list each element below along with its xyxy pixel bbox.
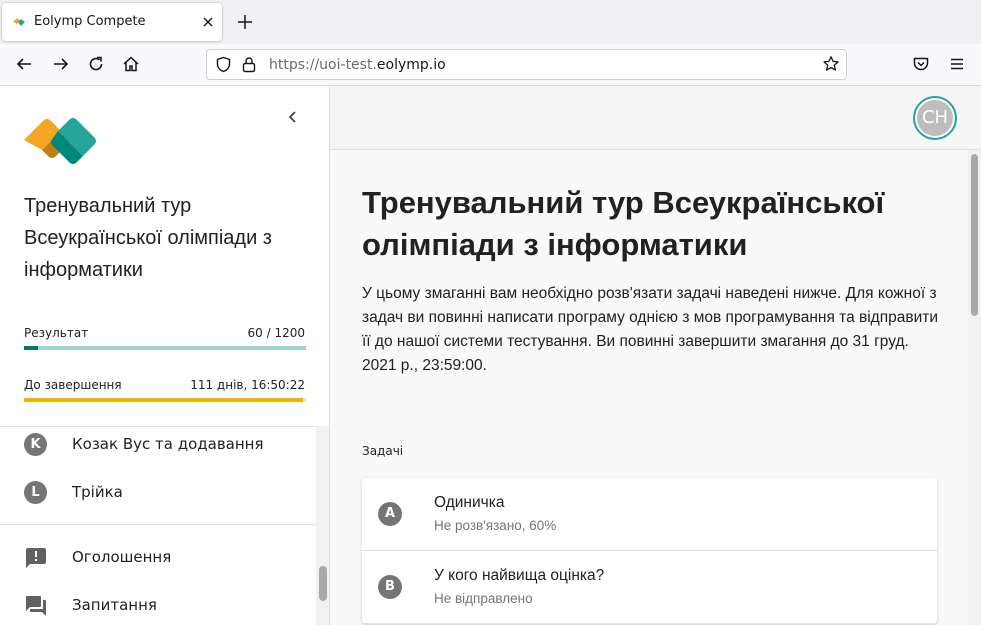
address-bar[interactable]: https://uoi-test.eolymp.io: [206, 49, 847, 80]
problem-letter-badge: B: [378, 575, 402, 599]
main-content: Тренувальний тур Всеукраїнської олімпіад…: [330, 150, 968, 625]
sidebar-problem-label: Трійка: [72, 483, 123, 501]
problem-status: Не відправлено: [434, 591, 533, 606]
time-left-label: До завершення: [24, 378, 122, 392]
result-value: 60 / 1200: [247, 326, 305, 340]
sidebar-scrollbar-thumb[interactable]: [319, 566, 327, 601]
problem-letter-badge: K: [24, 433, 47, 456]
main-scrollbar-thumb[interactable]: [971, 154, 978, 316]
forward-arrow-icon[interactable]: [52, 55, 70, 73]
lock-icon[interactable]: [241, 56, 257, 73]
main-scrollbar[interactable]: [968, 150, 981, 625]
announcement-icon: [26, 548, 46, 568]
url-host: eolymp.io: [376, 57, 446, 73]
user-avatar[interactable]: CH: [913, 96, 957, 140]
sidebar: Тренувальний тур Всеукраїнської олімпіад…: [0, 86, 330, 625]
sidebar-problem-k[interactable]: K Козак Вус та додавання: [0, 423, 316, 467]
main-topbar: CH: [330, 86, 981, 150]
new-tab-icon[interactable]: [236, 13, 254, 31]
browser-tabbar: Eolymp Compete: [0, 0, 981, 44]
tab-title: Eolymp Compete: [34, 14, 146, 29]
problem-list: A Одиничка Не розв'язано, 60% B У кого н…: [362, 478, 937, 624]
sidebar-problem-l[interactable]: L Трійка: [0, 471, 316, 515]
sidebar-item-questions[interactable]: Запитання: [0, 584, 316, 625]
tracking-protection-shield-icon[interactable]: [215, 56, 232, 73]
page-title: Тренувальний тур Всеукраїнської олімпіад…: [362, 185, 885, 262]
time-left-progress-fill: [24, 398, 304, 402]
reload-icon[interactable]: [87, 55, 105, 73]
eolymp-favicon-icon: [13, 18, 25, 26]
eolymp-logo: [24, 118, 96, 164]
pocket-icon[interactable]: [912, 55, 930, 73]
time-left-value: 111 днів, 16:50:22: [190, 378, 305, 392]
sidebar-problem-label: Козак Вус та додавання: [72, 435, 264, 453]
problem-item-b[interactable]: B У кого найвища оцінка? Не відправлено: [362, 551, 937, 624]
sidebar-item-label: Запитання: [72, 596, 157, 614]
problem-letter-badge: A: [378, 502, 402, 526]
url-text[interactable]: https://uoi-test.eolymp.io: [269, 57, 446, 73]
home-icon[interactable]: [122, 55, 140, 73]
browser-tab[interactable]: Eolymp Compete: [2, 3, 222, 41]
bookmark-star-icon[interactable]: [822, 55, 840, 73]
sidebar-item-label: Оголошення: [72, 548, 172, 566]
problem-name: Одиничка: [434, 494, 505, 511]
hamburger-menu-icon[interactable]: [948, 55, 966, 73]
url-prefix: https://uoi-test.: [269, 57, 377, 73]
result-progress-fill: [24, 346, 39, 350]
browser-navbar: https://uoi-test.eolymp.io: [0, 44, 981, 86]
sidebar-item-announcements[interactable]: Оголошення: [0, 536, 316, 580]
close-tab-icon[interactable]: [200, 14, 216, 30]
result-label: Результат: [24, 326, 89, 340]
problems-section-label: Задачі: [362, 444, 404, 458]
contest-description: У цьому змаганні вам необхідно розв'язат…: [362, 285, 939, 374]
problem-letter-badge: L: [24, 481, 47, 504]
sidebar-scrollbar[interactable]: [316, 426, 329, 625]
sidebar-divider: [0, 524, 316, 525]
problem-status: Не розв'язано, 60%: [434, 518, 557, 533]
time-left-progress-bar: [24, 398, 306, 402]
collapse-sidebar-chevron-icon[interactable]: [284, 108, 302, 126]
result-progress-bar: [24, 346, 306, 350]
problem-item-a[interactable]: A Одиничка Не розв'язано, 60%: [362, 478, 937, 551]
problem-name: У кого найвища оцінка?: [434, 567, 605, 584]
questions-icon: [26, 596, 46, 616]
contest-name: Тренувальний тур Всеукраїнської олімпіад…: [24, 195, 272, 281]
back-arrow-icon[interactable]: [15, 55, 33, 73]
